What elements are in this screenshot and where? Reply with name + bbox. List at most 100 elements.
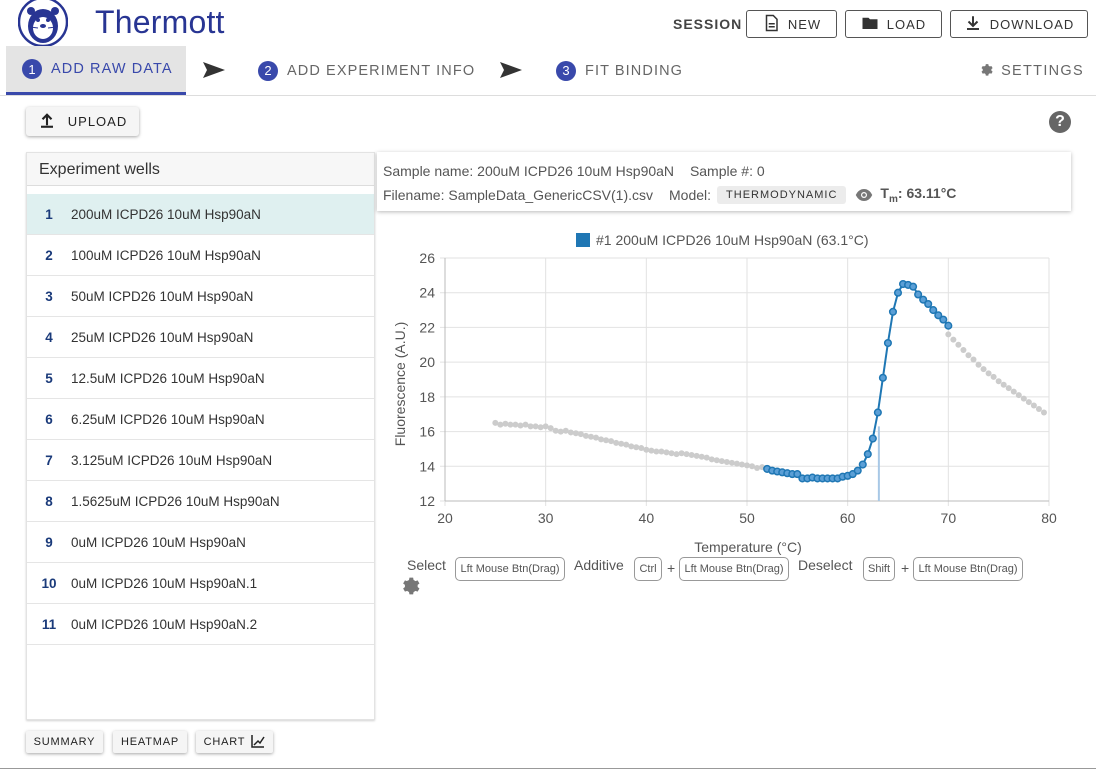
step-add-experiment-info[interactable]: 2 ADD EXPERIMENT INFO: [258, 46, 475, 95]
excluded-data-point: [1030, 402, 1037, 409]
step-add-raw-data[interactable]: 1 ADD RAW DATA: [6, 46, 186, 95]
stepper: 1 ADD RAW DATA 2 ADD EXPERIMENT INFO 3 F…: [0, 46, 1096, 96]
selected-data-point: [873, 408, 882, 417]
sample-name: Sample name: 200uM ICPD26 10uM Hsp90aN: [383, 163, 675, 179]
excluded-data-point: [532, 423, 539, 430]
excluded-data-point: [673, 451, 680, 458]
well-item[interactable]: 5 12.5uM ICPD26 10uM Hsp90aN: [27, 358, 374, 399]
excluded-data-point: [1000, 381, 1007, 388]
y-tick-label: 26: [419, 250, 435, 266]
excluded-data-point: [618, 440, 625, 447]
app-title: Thermott: [95, 4, 225, 40]
otter-logo-icon: [17, 0, 69, 48]
chart-grid: [440, 257, 1050, 506]
eye-icon[interactable]: [855, 188, 873, 202]
plus-sign: +: [667, 560, 676, 576]
chart-label: CHART: [203, 736, 246, 748]
excluded-data-point: [950, 336, 957, 343]
filename: Filename: SampleData_GenericCSV(1).csv: [383, 186, 653, 203]
well-number: 1: [45, 206, 53, 222]
well-item[interactable]: 8 1.5625uM ICPD26 10uM Hsp90aN: [27, 481, 374, 522]
x-tick-label: 30: [538, 510, 554, 526]
ctrl-key: Ctrl: [634, 557, 662, 581]
sample-info-line2: Filename: SampleData_GenericCSV(1).csv M…: [383, 185, 956, 205]
well-label: 25uM ICPD26 10uM Hsp90aN: [71, 329, 254, 345]
excluded-data-point: [754, 465, 761, 472]
upload-button[interactable]: UPLOAD: [26, 107, 139, 136]
tm-symbol: T: [880, 185, 889, 201]
melt-curve-chart[interactable]: #1 200uM ICPD26 10uM Hsp90aN (63.1°C) 20…: [378, 222, 1078, 557]
excluded-data-point: [960, 346, 967, 353]
experiment-wells-panel: Experiment wells 1 200uM ICPD26 10uM Hsp9…: [26, 152, 375, 720]
load-session-button[interactable]: LOAD: [845, 10, 942, 38]
bottom-divider: [0, 768, 1096, 769]
tm-subscript: m: [888, 193, 898, 205]
line-chart-icon: [251, 734, 265, 751]
help-icon[interactable]: ?: [1049, 111, 1071, 133]
step-label: FIT BINDING: [585, 62, 684, 79]
excluded-data-point: [658, 448, 665, 455]
settings-label: SETTINGS: [1001, 62, 1084, 79]
well-item[interactable]: 3 50uM ICPD26 10uM Hsp90aN: [27, 276, 374, 317]
download-icon: [964, 14, 982, 35]
selected-data-point: [863, 450, 872, 459]
download-session-button[interactable]: DOWNLOAD: [950, 10, 1088, 38]
sample-info-line1: Sample name: 200uM ICPD26 10uM Hsp90aN S…: [383, 163, 765, 179]
y-tick-label: 20: [419, 354, 435, 370]
well-item[interactable]: 6 6.25uM ICPD26 10uM Hsp90aN: [27, 399, 374, 440]
lft-mouse-key: Lft Mouse Btn(Drag): [913, 557, 1023, 581]
shift-key: Shift: [863, 557, 895, 581]
excluded-data-point: [1025, 399, 1032, 406]
well-label: 12.5uM ICPD26 10uM Hsp90aN: [71, 370, 265, 386]
excluded-data-point: [598, 436, 605, 443]
excluded-data-point: [733, 460, 740, 467]
app-root: Thermott SESSION NEW LOAD DOWNLOAD 1 ADD…: [0, 0, 1096, 771]
excluded-data-point: [663, 449, 670, 456]
well-item[interactable]: 7 3.125uM ICPD26 10uM Hsp90aN: [27, 440, 374, 481]
excluded-data-point: [1015, 392, 1022, 399]
heatmap-button[interactable]: HEATMAP: [113, 731, 187, 753]
well-item[interactable]: 1 200uM ICPD26 10uM Hsp90aN: [27, 194, 374, 235]
selected-data-point: [878, 373, 887, 382]
well-item[interactable]: 11 0uM ICPD26 10uM Hsp90aN.2: [27, 604, 374, 645]
excluded-data-point: [1040, 409, 1047, 416]
sample-number: Sample #: 0: [689, 163, 765, 179]
excluded-data-point: [713, 457, 720, 464]
excluded-data-point: [723, 458, 730, 465]
step-arrow-icon: [500, 62, 522, 78]
upload-label: UPLOAD: [67, 114, 128, 129]
excluded-data-point: [1010, 388, 1017, 395]
excluded-data-point: [512, 421, 519, 428]
excluded-data-point: [587, 433, 594, 440]
model-chip[interactable]: THERMODYNAMIC: [717, 185, 847, 204]
excluded-data-point: [698, 453, 705, 460]
settings-button[interactable]: SETTINGS: [978, 46, 1084, 95]
excluded-data-point: [502, 420, 509, 427]
x-tick-label: 20: [437, 510, 453, 526]
step-fit-binding[interactable]: 3 FIT BINDING: [556, 46, 683, 95]
y-tick-label: 18: [419, 389, 435, 405]
well-item[interactable]: 10 0uM ICPD26 10uM Hsp90aN.1: [27, 563, 374, 604]
well-item[interactable]: 9 0uM ICPD26 10uM Hsp90aN: [27, 522, 374, 563]
well-number: 8: [45, 493, 53, 509]
selected-data-point: [883, 339, 892, 348]
new-session-button[interactable]: NEW: [746, 10, 837, 38]
chart-settings-gear-icon[interactable]: [398, 573, 420, 595]
excluded-data-point: [738, 461, 745, 468]
excluded-data-point: [683, 451, 690, 458]
select-instruction: Select: [407, 557, 446, 573]
chart-button[interactable]: CHART: [196, 731, 273, 753]
well-item[interactable]: 4 25uM ICPD26 10uM Hsp90aN: [27, 317, 374, 358]
well-number: 4: [45, 329, 53, 345]
well-number: 9: [45, 534, 53, 550]
well-label: 0uM ICPD26 10uM Hsp90aN.1: [71, 575, 258, 591]
well-label: 6.25uM ICPD26 10uM Hsp90aN: [71, 411, 265, 427]
new-file-icon: [762, 14, 780, 35]
chart-marks: [492, 279, 1047, 501]
well-item[interactable]: 2 100uM ICPD26 10uM Hsp90aN: [27, 235, 374, 276]
header: Thermott SESSION NEW LOAD DOWNLOAD: [0, 0, 1096, 48]
summary-button[interactable]: SUMMARY: [26, 731, 103, 753]
well-label: 200uM ICPD26 10uM Hsp90aN: [71, 206, 261, 222]
y-tick-label: 16: [419, 424, 435, 440]
tm-number: : 63.11°C: [897, 185, 957, 201]
